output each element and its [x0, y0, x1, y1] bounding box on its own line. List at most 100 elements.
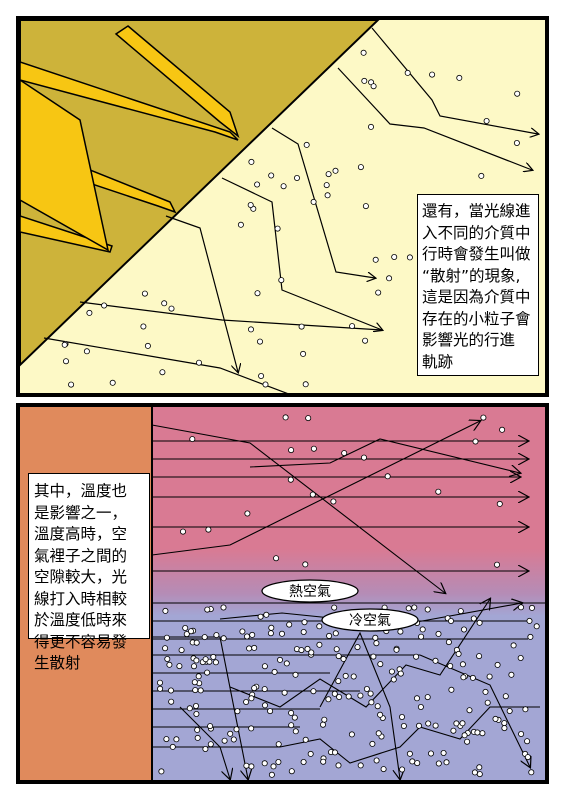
particle — [472, 438, 479, 445]
particle — [280, 183, 287, 190]
particle — [183, 631, 190, 638]
particle — [345, 693, 352, 700]
particle — [251, 685, 258, 692]
cold-air-label: 冷空氣 — [349, 613, 391, 629]
particle — [496, 500, 503, 507]
particle — [261, 760, 268, 767]
particle — [189, 436, 196, 443]
particle — [455, 650, 462, 657]
particle — [469, 674, 476, 681]
particle — [342, 672, 349, 679]
particle — [514, 90, 521, 97]
particle — [254, 290, 261, 297]
particle — [220, 604, 227, 611]
caption-line: 生散射 — [34, 654, 81, 672]
particle — [340, 655, 347, 662]
particle — [348, 731, 355, 738]
particle — [257, 613, 264, 620]
particle — [501, 720, 508, 727]
caption-line: 線打入時相較 — [34, 589, 128, 608]
particle — [528, 604, 535, 611]
particle — [204, 669, 211, 676]
particle — [362, 337, 369, 344]
particle — [453, 720, 460, 727]
particle — [517, 654, 524, 661]
particle — [159, 369, 166, 376]
caption-line: 溫度高時，空 — [34, 525, 128, 543]
caption-line: 得更不容易發 — [34, 632, 128, 651]
particle — [68, 381, 75, 388]
particle — [263, 611, 270, 618]
particle — [182, 624, 189, 631]
particle — [210, 653, 217, 660]
particle — [397, 670, 404, 677]
particle — [350, 673, 357, 680]
particle — [440, 749, 447, 756]
particle — [248, 763, 255, 770]
particle — [335, 678, 342, 685]
particle — [233, 726, 240, 733]
particle — [424, 606, 431, 613]
particle — [377, 661, 384, 668]
caption-line: 入不同的介質中 — [422, 223, 531, 242]
particle — [400, 722, 407, 729]
particle — [191, 679, 198, 686]
particle — [460, 626, 467, 633]
particle — [268, 624, 275, 631]
particle — [162, 645, 169, 652]
particle — [205, 526, 212, 533]
particle — [324, 192, 331, 199]
particle — [195, 673, 202, 680]
particle — [330, 498, 337, 505]
caption-line: 氣裡子之間的 — [34, 546, 128, 565]
particle — [307, 750, 314, 757]
particle — [274, 225, 281, 232]
particle — [248, 695, 255, 702]
particle — [435, 630, 442, 637]
particle — [163, 736, 170, 743]
particle — [375, 289, 382, 296]
particle — [375, 730, 382, 737]
particle — [524, 738, 531, 745]
particle — [373, 640, 380, 647]
particle — [278, 277, 285, 284]
particle — [424, 694, 431, 701]
caption-line: 行時會發生叫做 — [422, 245, 531, 263]
particle — [393, 646, 400, 653]
particle — [278, 630, 285, 637]
particle — [194, 734, 201, 741]
particle — [286, 621, 293, 628]
particle — [300, 350, 307, 357]
caption-line: 存在的小粒子會 — [422, 309, 531, 328]
particle — [360, 49, 367, 56]
caption-line: 軌跡 — [422, 352, 454, 371]
particle — [459, 720, 466, 727]
particle — [494, 661, 501, 668]
particle — [168, 698, 175, 705]
particle — [197, 687, 204, 694]
particle — [370, 83, 377, 90]
particle — [470, 615, 477, 622]
particle — [323, 182, 330, 189]
particle — [432, 657, 439, 664]
particle — [243, 762, 250, 769]
caption-box: 其中，溫度也 是影響之一， 溫度高時，空 氣裡子之間的 空隙較大，光 線打入時相… — [28, 473, 150, 672]
particle — [258, 372, 265, 379]
particle — [144, 342, 151, 349]
particle — [357, 762, 364, 769]
particle — [254, 181, 261, 188]
particle — [288, 768, 295, 775]
particle — [448, 686, 455, 693]
particle — [432, 722, 439, 729]
particle — [261, 663, 268, 670]
particle — [247, 201, 254, 208]
particle — [207, 723, 214, 730]
particle — [406, 750, 413, 757]
scatter-ray — [371, 27, 538, 134]
particle — [464, 738, 471, 745]
particle — [164, 655, 171, 662]
particle — [204, 606, 211, 613]
particle — [333, 646, 340, 653]
particle — [362, 203, 369, 210]
particle — [459, 661, 466, 668]
